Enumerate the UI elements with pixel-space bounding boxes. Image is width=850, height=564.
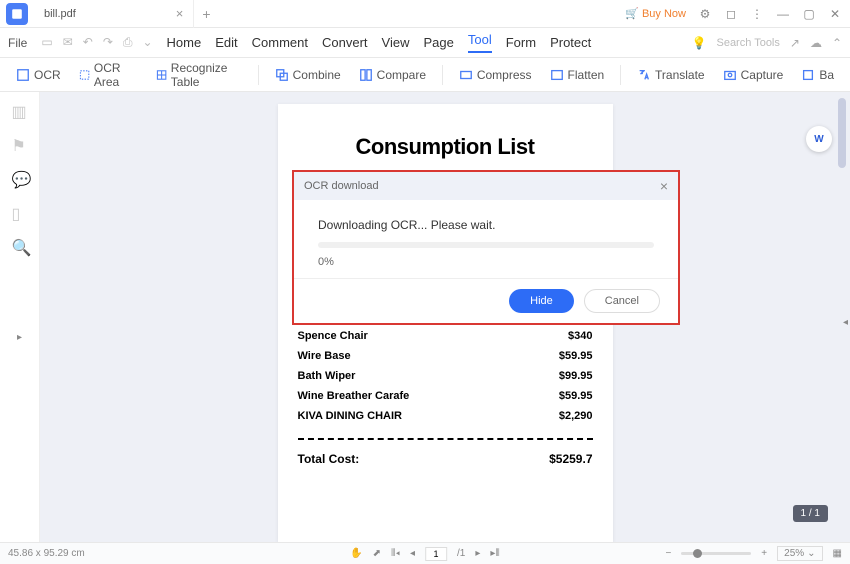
gift-icon[interactable]: ⚙	[698, 7, 712, 21]
ocr-button[interactable]: OCR	[10, 64, 67, 86]
titlebar: bill.pdf × + 🛒 Buy Now ⚙ ◻ ⋮ — ▢ ✕	[0, 0, 850, 28]
page-dimensions: 45.86 x 95.29 cm	[8, 548, 85, 559]
save-icon[interactable]: ▭	[41, 35, 52, 50]
table-row: Spence Chair$340	[298, 326, 593, 346]
zoom-in-icon[interactable]: +	[761, 548, 767, 559]
doc-title: Consumption List	[298, 134, 593, 160]
menu-tool[interactable]: Tool	[468, 32, 492, 53]
capture-button[interactable]: Capture	[717, 64, 790, 86]
hide-button[interactable]: Hide	[509, 289, 574, 313]
attachment-icon[interactable]: ▯	[12, 204, 28, 220]
table-row: Wire Base$59.95	[298, 346, 593, 366]
chevron-down-icon[interactable]: ⌄	[142, 35, 152, 50]
last-page-icon[interactable]: ▸⦀	[490, 548, 499, 559]
page-total: /1	[457, 548, 465, 559]
recognize-table-button[interactable]: Recognize Table	[150, 57, 248, 93]
compare-button[interactable]: Compare	[353, 64, 432, 86]
next-page-icon[interactable]: ▸	[475, 548, 480, 559]
thumbnails-icon[interactable]: ▥	[12, 102, 28, 118]
zoom-select[interactable]: 25%⌄	[777, 546, 822, 561]
menu-form[interactable]: Form	[506, 35, 536, 50]
tab-title: bill.pdf	[44, 8, 76, 20]
left-sidebar: ▥ ⚑ 💬 ▯ 🔍 ▸	[0, 92, 40, 542]
statusbar: 45.86 x 95.29 cm ✋ ⬈ ⦀◂ ◂ /1 ▸ ▸⦀ − + 25…	[0, 542, 850, 564]
redo-icon[interactable]: ↷	[103, 35, 113, 50]
print-icon[interactable]: ⎙	[123, 35, 133, 50]
first-page-icon[interactable]: ⦀◂	[391, 548, 400, 559]
dialog-message: Downloading OCR... Please wait.	[318, 218, 654, 232]
undo-icon[interactable]: ↶	[83, 35, 93, 50]
progress-percent: 0%	[318, 256, 654, 268]
table-row: Wine Breather Carafe$59.95	[298, 386, 593, 406]
more-icon[interactable]: ⋮	[750, 7, 764, 21]
cloud-icon[interactable]: ☁	[810, 36, 822, 50]
dialog-titlebar[interactable]: OCR download ×	[294, 172, 678, 200]
dialog-close-icon[interactable]: ×	[660, 178, 668, 194]
close-window-icon[interactable]: ✕	[828, 7, 842, 21]
combine-button[interactable]: Combine	[269, 64, 347, 86]
page-number-input[interactable]	[425, 547, 447, 561]
buy-now-link[interactable]: 🛒 Buy Now	[625, 7, 686, 20]
flatten-button[interactable]: Flatten	[544, 64, 611, 86]
ocr-area-button[interactable]: OCR Area	[73, 57, 144, 93]
table-row: KIVA DINING CHAIR$2,290	[298, 406, 593, 426]
fit-page-icon[interactable]: ▦	[833, 548, 842, 559]
close-tab-icon[interactable]: ×	[176, 6, 184, 21]
menu-convert[interactable]: Convert	[322, 35, 368, 50]
zoom-slider[interactable]	[681, 552, 751, 555]
menu-home[interactable]: Home	[167, 35, 202, 50]
table-row: Bath Wiper$99.95	[298, 366, 593, 386]
share-icon[interactable]: ↗	[790, 36, 800, 50]
tool-toolbar: OCR OCR Area Recognize Table Combine Com…	[0, 58, 850, 92]
menu-view[interactable]: View	[382, 35, 410, 50]
expand-right-icon[interactable]: ◂	[843, 317, 848, 328]
batch-button[interactable]: Ba	[795, 64, 840, 86]
menu-protect[interactable]: Protect	[550, 35, 591, 50]
app-logo-icon	[6, 3, 28, 25]
file-menu[interactable]: File	[8, 36, 27, 50]
page-indicator-badge: 1 / 1	[793, 505, 828, 522]
compress-button[interactable]: Compress	[453, 64, 538, 86]
add-tab-button[interactable]: +	[194, 6, 218, 22]
divider	[298, 438, 593, 440]
cancel-button[interactable]: Cancel	[584, 289, 660, 313]
bookmark-icon[interactable]: ⚑	[12, 136, 28, 152]
progress-bar	[318, 242, 654, 248]
menu-comment[interactable]: Comment	[252, 35, 308, 50]
translate-button[interactable]: Translate	[631, 64, 711, 86]
zoom-out-icon[interactable]: −	[665, 548, 671, 559]
ocr-download-dialog: OCR download × Downloading OCR... Please…	[292, 170, 680, 325]
document-tab[interactable]: bill.pdf ×	[34, 0, 194, 28]
comment-panel-icon[interactable]: 💬	[12, 170, 28, 186]
search-tools-input[interactable]: Search Tools	[716, 37, 779, 49]
total-row: Total Cost:$5259.7	[298, 452, 593, 466]
dialog-title: OCR download	[304, 180, 379, 192]
menubar: File ▭ ✉ ↶ ↷ ⎙ ⌄ Home Edit Comment Conve…	[0, 28, 850, 58]
bulb-icon[interactable]: 💡	[692, 36, 707, 50]
maximize-icon[interactable]: ▢	[802, 7, 816, 21]
select-tool-icon[interactable]: ⬈	[373, 548, 381, 559]
hand-tool-icon[interactable]: ✋	[350, 548, 362, 559]
minimize-icon[interactable]: —	[776, 7, 790, 21]
menu-edit[interactable]: Edit	[215, 35, 237, 50]
notification-icon[interactable]: ◻	[724, 7, 738, 21]
expand-sidebar-icon[interactable]: ▸	[17, 332, 22, 343]
search-panel-icon[interactable]: 🔍	[12, 238, 28, 254]
word-export-badge[interactable]: W	[806, 126, 832, 152]
mail-icon[interactable]: ✉	[63, 35, 73, 50]
vertical-scrollbar[interactable]	[838, 98, 846, 168]
menu-page[interactable]: Page	[423, 35, 453, 50]
collapse-ribbon-icon[interactable]: ⌃	[832, 36, 842, 50]
prev-page-icon[interactable]: ◂	[410, 548, 415, 559]
